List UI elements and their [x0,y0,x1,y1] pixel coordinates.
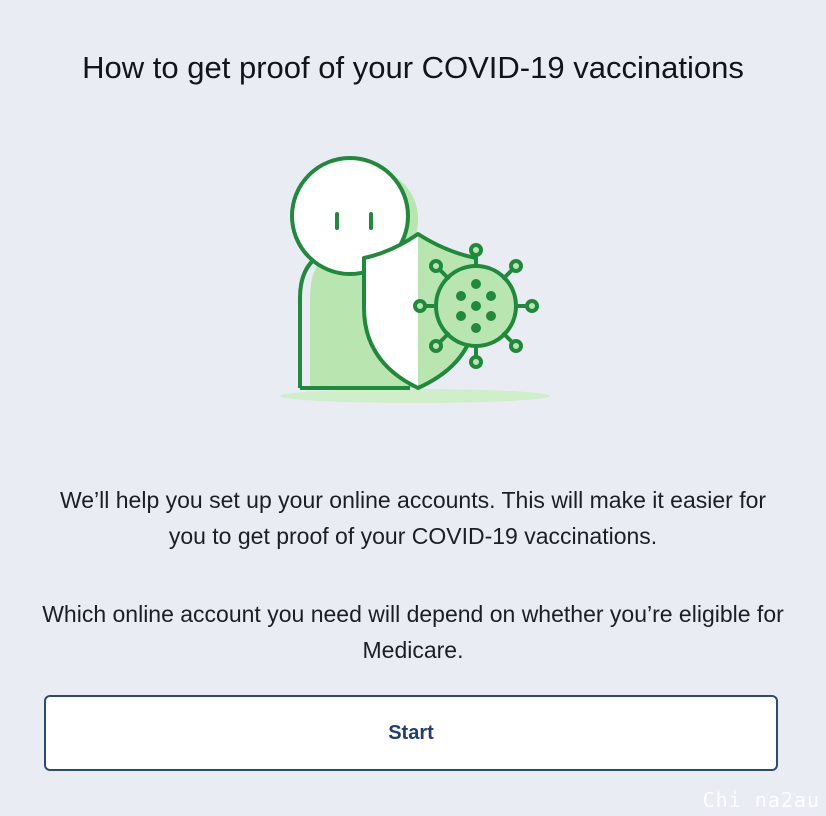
watermark: Chi na2au [702,788,820,812]
person-with-shield-virus-icon [280,156,550,403]
page-title: How to get proof of your COVID-19 vaccin… [82,50,744,85]
vaccination-illustration [270,148,560,410]
intro-paragraph: We’ll help you set up your online accoun… [59,487,767,549]
start-button-label: Start [388,721,434,744]
start-button[interactable]: Start [44,695,778,771]
eligibility-paragraph: Which online account you need will depen… [42,601,784,663]
